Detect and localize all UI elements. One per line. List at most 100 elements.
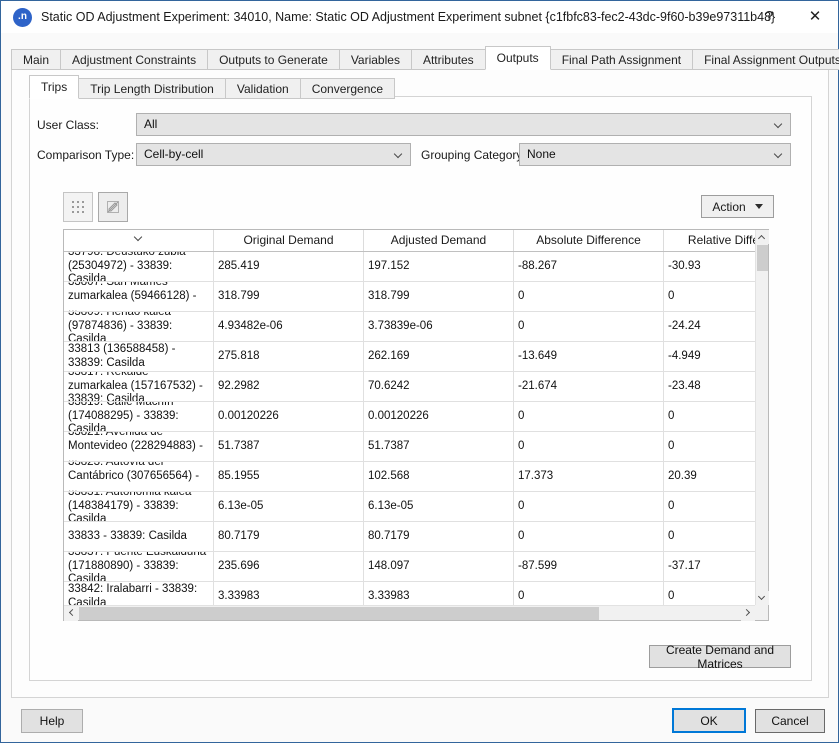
cell-adjusted-demand[interactable]: 3.73839e-06 xyxy=(364,312,514,341)
cell-absolute-difference[interactable]: 0 xyxy=(514,312,664,341)
cell-adjusted-demand[interactable]: 318.799 xyxy=(364,282,514,311)
horizontal-scroll-thumb[interactable] xyxy=(79,607,599,620)
cell-original-demand[interactable]: 318.799 xyxy=(214,282,364,311)
cell-adjusted-demand[interactable]: 51.7387 xyxy=(364,432,514,461)
tab-convergence[interactable]: Convergence xyxy=(300,78,395,99)
cell-absolute-difference[interactable]: -87.599 xyxy=(514,552,664,581)
cell-relative-difference[interactable]: 0 xyxy=(664,432,755,461)
cell-od-pair[interactable]: 33833 - 33839: Casilda xyxy=(64,522,214,551)
tab-final-assignment-outputs[interactable]: Final Assignment Outputs xyxy=(692,49,839,70)
cell-absolute-difference[interactable]: 0 xyxy=(514,282,664,311)
cell-absolute-difference[interactable]: 0 xyxy=(514,582,664,605)
scroll-up-button[interactable] xyxy=(756,230,769,244)
cell-od-pair[interactable]: 33817: Rekalde zumarkalea (157167532) - … xyxy=(64,372,214,401)
action-button[interactable]: Action xyxy=(701,195,774,218)
horizontal-scrollbar[interactable] xyxy=(64,605,755,620)
column-header-relative-difference[interactable]: Relative Difference xyxy=(664,230,755,252)
cell-absolute-difference[interactable]: -88.267 xyxy=(514,252,664,281)
titlebar-help-button[interactable]: ? xyxy=(752,1,786,33)
cell-relative-difference[interactable]: -24.24 xyxy=(664,312,755,341)
scroll-left-button[interactable] xyxy=(64,606,78,621)
scroll-right-button[interactable] xyxy=(741,606,755,621)
column-header-original-demand[interactable]: Original Demand xyxy=(214,230,364,252)
user-class-select[interactable]: All xyxy=(136,113,791,136)
cell-od-pair[interactable]: 33813 (136588458) - 33839: Casilda xyxy=(64,342,214,371)
cell-original-demand[interactable]: 6.13e-05 xyxy=(214,492,364,521)
column-header-od-pair[interactable] xyxy=(64,230,214,252)
cell-relative-difference[interactable]: 0 xyxy=(664,522,755,551)
cell-original-demand[interactable]: 3.33983 xyxy=(214,582,364,605)
tab-main[interactable]: Main xyxy=(11,49,61,70)
tab-validation[interactable]: Validation xyxy=(225,78,301,99)
cell-adjusted-demand[interactable]: 262.169 xyxy=(364,342,514,371)
cell-relative-difference[interactable]: 20.39 xyxy=(664,462,755,491)
scroll-down-button[interactable] xyxy=(756,591,769,605)
cell-relative-difference[interactable]: 0 xyxy=(664,282,755,311)
cell-relative-difference[interactable]: -23.48 xyxy=(664,372,755,401)
table-row[interactable]: 33813 (136588458) - 33839: Casilda275.81… xyxy=(64,342,755,372)
cell-od-pair[interactable]: 33831: Autonomia kalea (148384179) - 338… xyxy=(64,492,214,521)
cell-adjusted-demand[interactable]: 148.097 xyxy=(364,552,514,581)
tab-trip-length-distribution[interactable]: Trip Length Distribution xyxy=(78,78,226,99)
table-row[interactable]: 33821: Avenida de Montevideo (228294883)… xyxy=(64,432,755,462)
cell-od-pair[interactable]: 33819: Calle Machín (174088295) - 33839:… xyxy=(64,402,214,431)
cell-relative-difference[interactable]: -4.949 xyxy=(664,342,755,371)
cell-absolute-difference[interactable]: -13.649 xyxy=(514,342,664,371)
cell-od-pair[interactable]: 33798: Deustuko zubia (25304972) - 33839… xyxy=(64,252,214,281)
cell-original-demand[interactable]: 4.93482e-06 xyxy=(214,312,364,341)
cell-relative-difference[interactable]: 0 xyxy=(664,402,755,431)
close-button[interactable]: ✕ xyxy=(798,1,832,33)
cell-original-demand[interactable]: 92.2982 xyxy=(214,372,364,401)
cell-adjusted-demand[interactable]: 70.6242 xyxy=(364,372,514,401)
tab-adjustment-constraints[interactable]: Adjustment Constraints xyxy=(60,49,208,70)
table-row[interactable]: 33817: Rekalde zumarkalea (157167532) - … xyxy=(64,372,755,402)
column-header-adjusted-demand[interactable]: Adjusted Demand xyxy=(364,230,514,252)
tab-final-path-assignment[interactable]: Final Path Assignment xyxy=(550,49,693,70)
cell-original-demand[interactable]: 85.1955 xyxy=(214,462,364,491)
cell-original-demand[interactable]: 51.7387 xyxy=(214,432,364,461)
table-row[interactable]: 33823: Autovía del Cantábrico (307656564… xyxy=(64,462,755,492)
cancel-button[interactable]: Cancel xyxy=(755,709,825,733)
table-row[interactable]: 33831: Autonomia kalea (148384179) - 338… xyxy=(64,492,755,522)
cell-absolute-difference[interactable]: 0 xyxy=(514,492,664,521)
cell-original-demand[interactable]: 80.7179 xyxy=(214,522,364,551)
cell-adjusted-demand[interactable]: 197.152 xyxy=(364,252,514,281)
cell-absolute-difference[interactable]: 0 xyxy=(514,432,664,461)
cell-original-demand[interactable]: 275.818 xyxy=(214,342,364,371)
table-row[interactable]: 33807: San Mamés zumarkalea (59466128) -… xyxy=(64,282,755,312)
tab-trips[interactable]: Trips xyxy=(29,75,79,99)
table-row[interactable]: 33809: Henao kalea (97874836) - 33839: C… xyxy=(64,312,755,342)
table-row[interactable]: 33819: Calle Machín (174088295) - 33839:… xyxy=(64,402,755,432)
cell-od-pair[interactable]: 33823: Autovía del Cantábrico (307656564… xyxy=(64,462,214,491)
cell-absolute-difference[interactable]: 17.373 xyxy=(514,462,664,491)
cell-original-demand[interactable]: 285.419 xyxy=(214,252,364,281)
table-row[interactable]: 33837: Puente Euskalduna (171880890) - 3… xyxy=(64,552,755,582)
table-row[interactable]: 33842: Iralabarri - 33839: Casilda3.3398… xyxy=(64,582,755,605)
cell-original-demand[interactable]: 0.00120226 xyxy=(214,402,364,431)
cell-relative-difference[interactable]: 0 xyxy=(664,492,755,521)
grouping-category-select[interactable]: None xyxy=(519,143,791,166)
cell-od-pair[interactable]: 33807: San Mamés zumarkalea (59466128) -… xyxy=(64,282,214,311)
tab-outputs[interactable]: Outputs xyxy=(485,46,551,70)
cell-od-pair[interactable]: 33809: Henao kalea (97874836) - 33839: C… xyxy=(64,312,214,341)
cell-adjusted-demand[interactable]: 3.33983 xyxy=(364,582,514,605)
cell-adjusted-demand[interactable]: 102.568 xyxy=(364,462,514,491)
vertical-scroll-thumb[interactable] xyxy=(757,245,768,271)
cell-absolute-difference[interactable]: -21.674 xyxy=(514,372,664,401)
ok-button[interactable]: OK xyxy=(672,708,746,733)
cell-adjusted-demand[interactable]: 80.7179 xyxy=(364,522,514,551)
tab-outputs-to-generate[interactable]: Outputs to Generate xyxy=(207,49,340,70)
cell-relative-difference[interactable]: -37.17 xyxy=(664,552,755,581)
table-row[interactable]: 33798: Deustuko zubia (25304972) - 33839… xyxy=(64,252,755,282)
cell-od-pair[interactable]: 33821: Avenida de Montevideo (228294883)… xyxy=(64,432,214,461)
cell-adjusted-demand[interactable]: 0.00120226 xyxy=(364,402,514,431)
matrix-view-button[interactable] xyxy=(63,192,93,222)
create-demand-and-matrices-button[interactable]: Create Demand and Matrices xyxy=(649,645,791,668)
comparison-type-select[interactable]: Cell-by-cell xyxy=(136,143,411,166)
tab-variables[interactable]: Variables xyxy=(339,49,412,70)
cell-relative-difference[interactable]: -30.93 xyxy=(664,252,755,281)
cell-od-pair[interactable]: 33837: Puente Euskalduna (171880890) - 3… xyxy=(64,552,214,581)
edit-matrix-button[interactable] xyxy=(98,192,128,222)
cell-absolute-difference[interactable]: 0 xyxy=(514,522,664,551)
cell-od-pair[interactable]: 33842: Iralabarri - 33839: Casilda xyxy=(64,582,214,605)
